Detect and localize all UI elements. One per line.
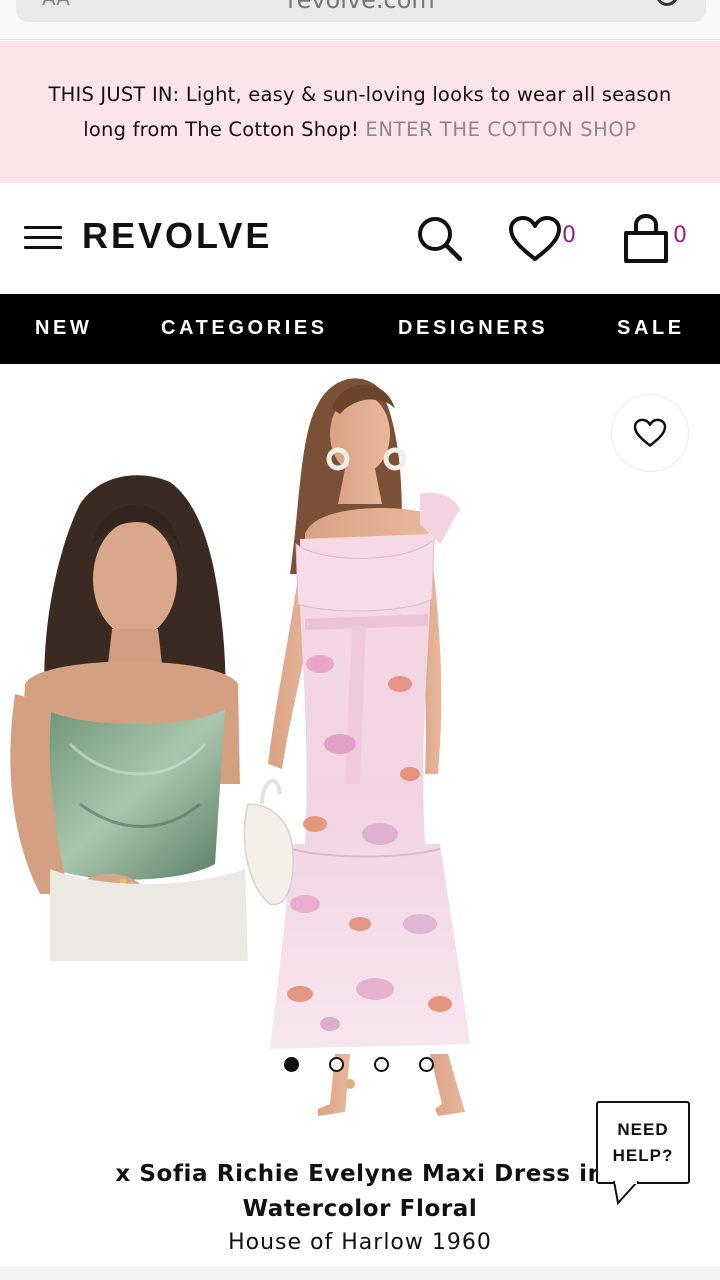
carousel-indicators — [284, 1057, 434, 1072]
cart-count[interactable]: 0 — [673, 223, 687, 248]
help-line-2: HELP? — [612, 1146, 674, 1165]
browser-chrome: AA revolve.com — [0, 0, 720, 40]
main-nav: NEW CATEGORIES DESIGNERS SALE — [0, 294, 720, 364]
need-help-button[interactable]: NEED HELP? — [596, 1101, 690, 1184]
promo-link[interactable]: ENTER THE COTTON SHOP — [365, 118, 636, 141]
carousel-dot[interactable] — [419, 1057, 434, 1072]
promo-banner: THIS JUST IN: Light, easy & sun-loving l… — [0, 41, 720, 183]
carousel-dot[interactable] — [284, 1057, 299, 1072]
add-to-wishlist-button[interactable] — [611, 394, 689, 472]
shopping-bag-icon[interactable] — [620, 213, 672, 265]
nav-designers[interactable]: DESIGNERS — [398, 317, 548, 340]
carousel-dot[interactable] — [374, 1057, 389, 1072]
speech-tail-icon — [613, 1181, 639, 1205]
site-header: REVOLVE 0 0 — [0, 183, 720, 294]
address-bar[interactable]: AA revolve.com — [16, 0, 706, 22]
product-brand[interactable]: House of Harlow 1960 — [0, 1230, 720, 1255]
product-image-carousel[interactable] — [0, 364, 720, 1154]
heart-icon — [633, 418, 667, 447]
carousel-dot[interactable] — [329, 1057, 344, 1072]
help-line-1: NEED — [617, 1120, 669, 1139]
promo-text-block: THIS JUST IN: Light, easy & sun-loving l… — [30, 77, 690, 147]
url-text[interactable]: revolve.com — [16, 0, 706, 14]
wishlist-icon[interactable] — [508, 215, 562, 263]
menu-icon[interactable] — [24, 226, 62, 252]
nav-new[interactable]: NEW — [35, 317, 92, 340]
nav-categories[interactable]: CATEGORIES — [161, 317, 328, 340]
page-divider — [0, 1266, 720, 1280]
site-logo[interactable]: REVOLVE — [82, 215, 272, 257]
product-title: x Sofia Richie Evelyne Maxi Dress in Wat… — [115, 1161, 605, 1222]
product-photo — [10, 378, 470, 1116]
search-icon[interactable] — [414, 213, 464, 263]
wishlist-count[interactable]: 0 — [562, 223, 576, 248]
nav-sale[interactable]: SALE — [617, 317, 685, 340]
